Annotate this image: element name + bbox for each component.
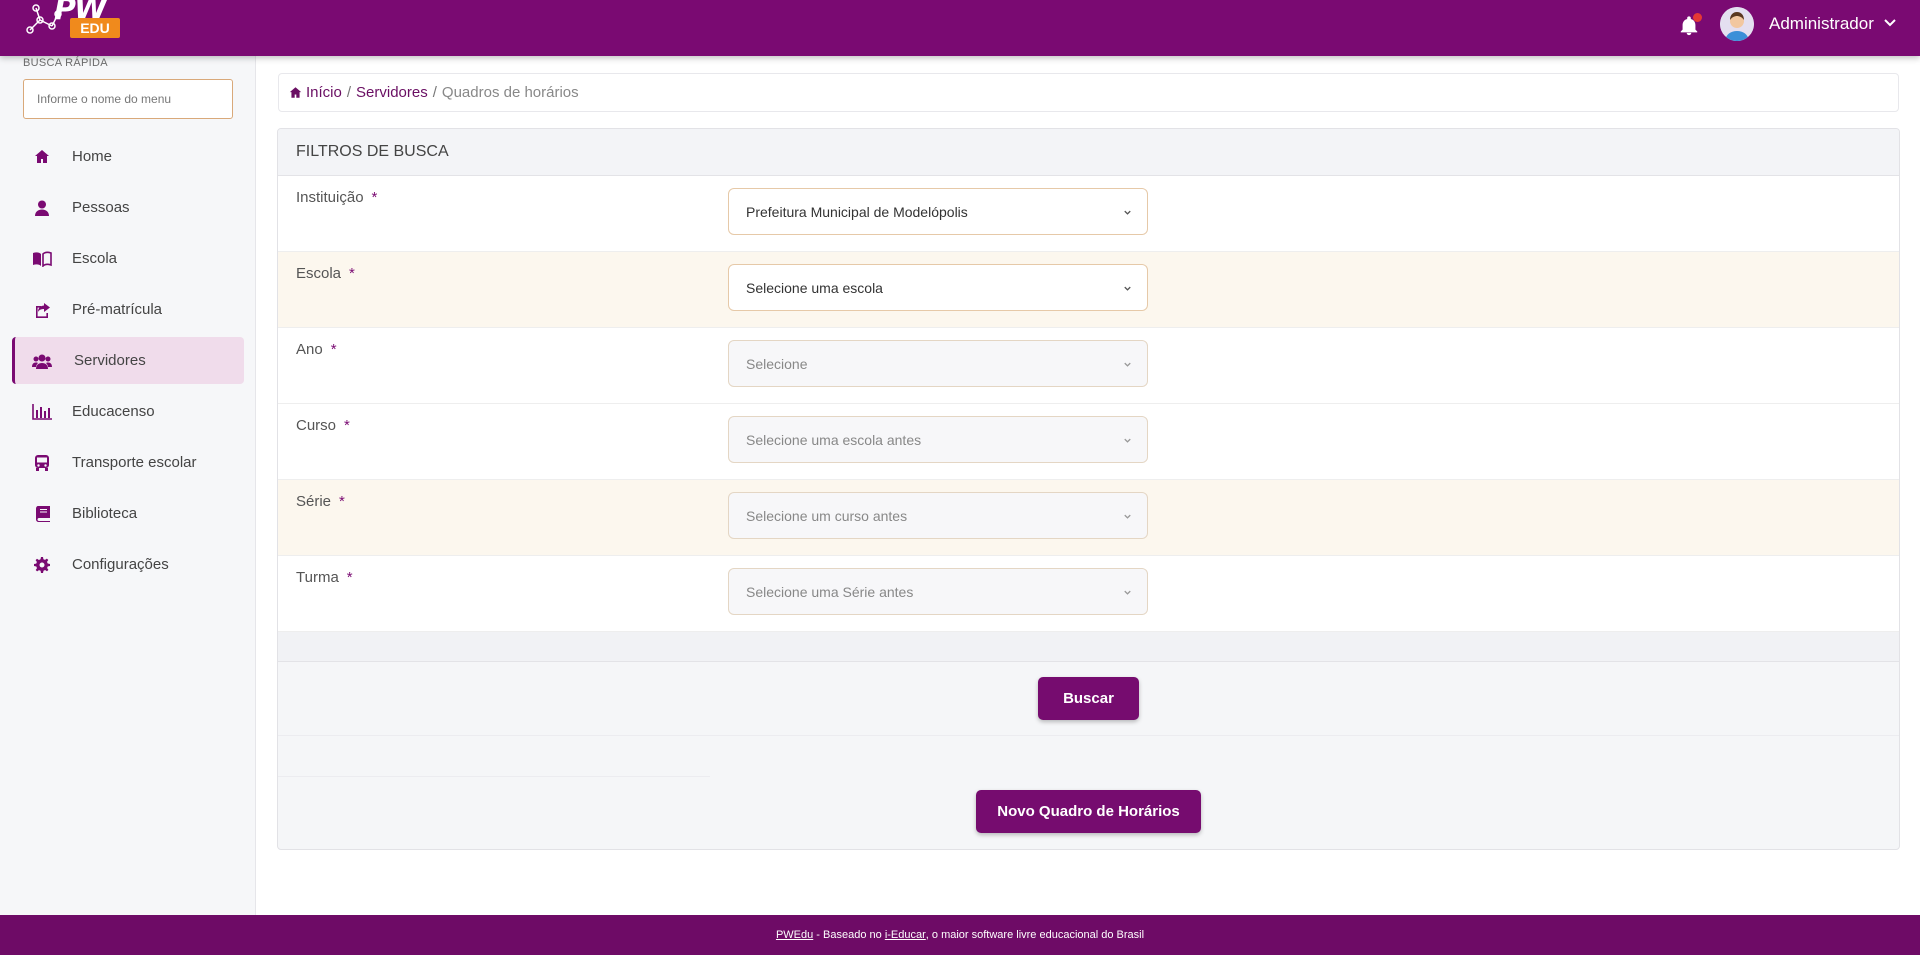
- sidebar-item-label: Configurações: [72, 556, 169, 573]
- book-icon: [32, 504, 52, 524]
- user-name[interactable]: Administrador: [1769, 14, 1874, 34]
- sidebar-item-label: Home: [72, 148, 113, 165]
- sidebar-item-servidores[interactable]: Servidores: [12, 337, 244, 384]
- instituicao-select[interactable]: Prefeitura Municipal de Modelópolis: [728, 188, 1148, 235]
- required-mark: *: [349, 265, 355, 282]
- sidebar-item-educacenso[interactable]: Educacenso: [12, 388, 244, 435]
- filter-row-ano: Ano * Selecione: [278, 328, 1899, 404]
- panel-divider: [278, 632, 1899, 662]
- sidebar-item-label: Servidores: [74, 352, 146, 369]
- chevron-down-icon: [1124, 286, 1131, 291]
- sidebar-item-label: Escola: [72, 250, 118, 267]
- breadcrumb-home-link[interactable]: Início: [306, 84, 342, 101]
- sidebar-menu: Home Pessoas Escola Pré-matrícula Servid…: [12, 133, 244, 592]
- chevron-down-icon: [1124, 438, 1131, 443]
- chevron-down-icon: [1124, 210, 1131, 215]
- home-icon: [289, 87, 302, 98]
- quick-search-input[interactable]: [23, 79, 233, 119]
- sidebar-item-transporte[interactable]: Transporte escolar: [12, 439, 244, 486]
- chevron-down-icon: [1124, 514, 1131, 519]
- search-button[interactable]: Buscar: [1038, 677, 1139, 720]
- sidebar-item-label: Transporte escolar: [72, 454, 197, 471]
- book-open-icon: [32, 249, 52, 269]
- footer-brand-link[interactable]: PWEdu: [776, 929, 813, 941]
- footer-text: - Baseado no: [813, 929, 885, 941]
- search-actions: Buscar: [278, 662, 1899, 736]
- select-value: Prefeitura Municipal de Modelópolis: [746, 203, 968, 220]
- required-mark: *: [344, 417, 350, 434]
- chevron-down-icon: [1124, 590, 1131, 595]
- users-icon: [32, 351, 52, 371]
- curso-select[interactable]: Selecione uma escola antes: [728, 416, 1148, 463]
- filter-panel-title: FILTROS DE BUSCA: [278, 129, 1899, 176]
- top-bar: PW EDU Administrador: [0, 0, 1920, 56]
- quick-search-label: BUSCA RÁPIDA: [23, 57, 108, 69]
- chevron-down-icon[interactable]: [1882, 15, 1898, 31]
- sidebar-item-label: Pré-matrícula: [72, 301, 163, 318]
- gear-icon: [32, 555, 52, 575]
- sidebar-item-label: Educacenso: [72, 403, 155, 420]
- home-icon: [32, 147, 52, 167]
- divider: [278, 757, 710, 777]
- field-label: Instituição *: [296, 189, 378, 206]
- select-value: Selecione uma escola antes: [746, 431, 922, 448]
- sidebar-item-configuracoes[interactable]: Configurações: [12, 541, 244, 588]
- bar-chart-icon: [32, 402, 52, 422]
- chevron-down-icon: [1124, 362, 1131, 367]
- breadcrumb-separator: /: [346, 84, 352, 101]
- filter-row-escola: Escola * Selecione uma escola: [278, 252, 1899, 328]
- field-label: Escola *: [296, 265, 355, 282]
- field-label: Turma *: [296, 569, 353, 586]
- filter-panel: FILTROS DE BUSCA Instituição * Prefeitura…: [277, 128, 1900, 850]
- required-mark: *: [339, 493, 345, 510]
- required-mark: *: [346, 569, 353, 586]
- sidebar-item-label: Biblioteca: [72, 505, 138, 522]
- app-logo[interactable]: PW EDU: [22, 0, 120, 42]
- sidebar-item-pessoas[interactable]: Pessoas: [12, 184, 244, 231]
- sidebar-item-escola[interactable]: Escola: [12, 235, 244, 282]
- footer-ieducar-link[interactable]: i-Educar: [885, 929, 926, 941]
- select-value: Selecione: [746, 355, 808, 372]
- avatar[interactable]: [1720, 7, 1754, 41]
- sidebar: BUSCA RÁPIDA Home Pessoas Escola Pré-mat…: [0, 56, 256, 915]
- filter-row-curso: Curso * Selecione uma escola antes: [278, 404, 1899, 480]
- field-label: Curso *: [296, 417, 350, 434]
- field-label: Série *: [296, 493, 345, 510]
- logo-edu-badge: EDU: [70, 18, 120, 38]
- ano-select[interactable]: Selecione: [728, 340, 1148, 387]
- breadcrumb-servidores-link[interactable]: Servidores: [356, 84, 428, 101]
- breadcrumb-separator: /: [432, 84, 437, 101]
- filter-row-instituicao: Instituição * Prefeitura Municipal de Mod…: [278, 176, 1899, 252]
- sidebar-item-pre-matricula[interactable]: Pré-matrícula: [12, 286, 244, 333]
- turma-select[interactable]: Selecione uma Série antes: [728, 568, 1148, 615]
- footer: PWEdu - Baseado no i-Educar , o maior so…: [0, 915, 1920, 955]
- select-value: Selecione uma Série antes: [746, 583, 914, 600]
- escola-select[interactable]: Selecione uma escola: [728, 264, 1148, 311]
- breadcrumb: Início / Servidores / Quadros de horário…: [278, 73, 1899, 112]
- sidebar-item-label: Pessoas: [72, 199, 130, 216]
- avatar-image: [1720, 7, 1754, 41]
- notifications-button[interactable]: [1678, 13, 1702, 38]
- user-icon: [32, 198, 52, 218]
- bus-icon: [32, 453, 52, 473]
- new-schedule-button[interactable]: Novo Quadro de Horários: [976, 790, 1201, 833]
- select-value: Selecione uma escola: [746, 279, 883, 296]
- notification-badge: [1693, 13, 1702, 22]
- filter-row-serie: Série * Selecione um curso antes: [278, 480, 1899, 556]
- breadcrumb-current: Quadros de horários: [441, 84, 579, 101]
- field-label: Ano *: [296, 341, 337, 358]
- share-icon: [32, 300, 52, 320]
- required-mark: *: [330, 341, 337, 358]
- required-mark: *: [371, 189, 378, 206]
- footer-text: , o maior software livre educacional do …: [925, 929, 1145, 941]
- filter-row-turma: Turma * Selecione uma Série antes: [278, 556, 1899, 632]
- sidebar-item-biblioteca[interactable]: Biblioteca: [12, 490, 244, 537]
- serie-select[interactable]: Selecione um curso antes: [728, 492, 1148, 539]
- select-value: Selecione um curso antes: [746, 507, 908, 524]
- sidebar-item-home[interactable]: Home: [12, 133, 244, 180]
